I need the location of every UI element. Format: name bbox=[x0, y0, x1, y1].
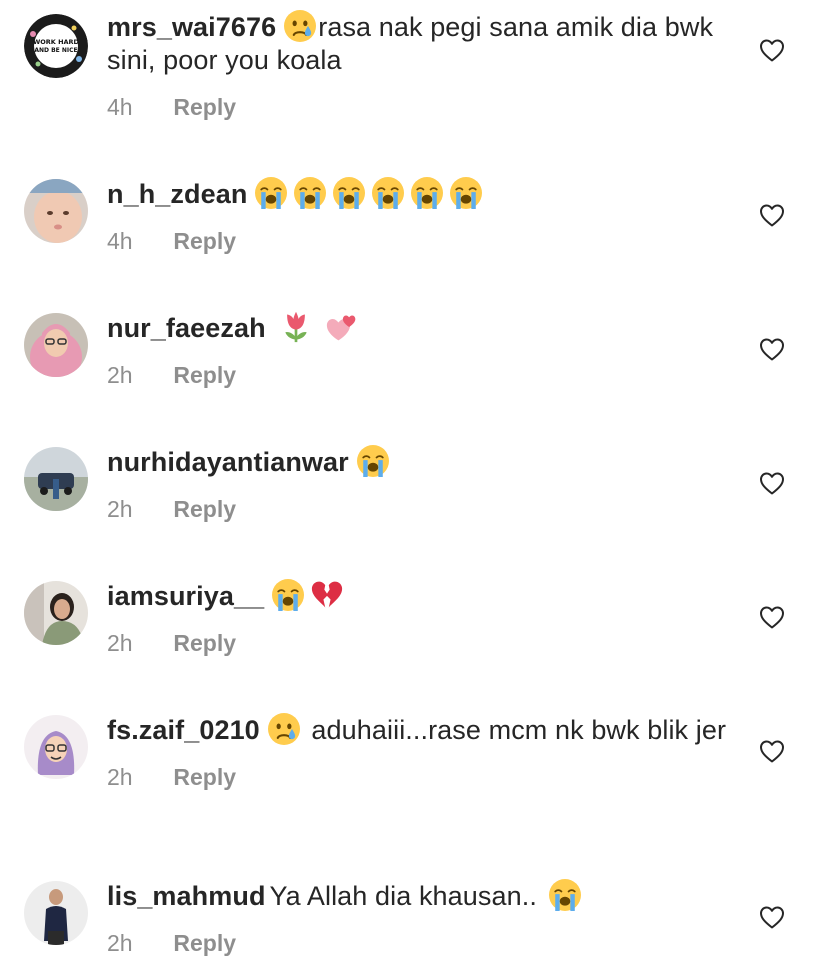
comment-text: lis_mahmud Ya Allah dia khausan.. bbox=[107, 879, 727, 913]
like-button[interactable] bbox=[759, 471, 785, 495]
heart-outline-icon bbox=[760, 472, 784, 495]
like-button[interactable] bbox=[759, 38, 785, 62]
comment-text: iamsuriya__ bbox=[107, 579, 727, 613]
comment-timestamp: 2h bbox=[107, 362, 133, 388]
loudly-crying-face-emoji-icon bbox=[450, 177, 483, 209]
like-button[interactable] bbox=[759, 337, 785, 361]
comment-meta: 2h Reply bbox=[107, 763, 727, 791]
loudly-crying-face-emoji-icon bbox=[294, 177, 327, 209]
comment-meta: 2h Reply bbox=[107, 361, 727, 389]
loudly-crying-face-emoji-icon bbox=[548, 879, 581, 911]
comment-body: iamsuriya__ 2h Reply bbox=[107, 579, 727, 657]
comment-body: n_h_zdean 4h Reply bbox=[107, 177, 727, 255]
reply-button[interactable]: Reply bbox=[173, 94, 236, 120]
comment-meta: 2h Reply bbox=[107, 629, 727, 657]
avatar-slogan: WORK HARD bbox=[33, 38, 79, 46]
comment-text: n_h_zdean bbox=[107, 177, 727, 211]
broken-heart-emoji-icon bbox=[311, 579, 343, 611]
comment-username[interactable]: lis_mahmud bbox=[107, 881, 266, 911]
loudly-crying-face-emoji-icon bbox=[255, 177, 288, 209]
comment-timestamp: 2h bbox=[107, 630, 133, 656]
comment-timestamp: 2h bbox=[107, 496, 133, 522]
avatar[interactable]: WORK HARD AND BE NICE bbox=[24, 14, 88, 78]
reply-button[interactable]: Reply bbox=[173, 930, 236, 956]
loudly-crying-face-emoji-icon bbox=[411, 177, 444, 209]
reply-button[interactable]: Reply bbox=[173, 496, 236, 522]
comment-timestamp: 4h bbox=[107, 94, 133, 120]
avatar[interactable] bbox=[24, 581, 88, 645]
comment-username[interactable]: mrs_wai7676 bbox=[107, 12, 276, 42]
crying-face-emoji-icon bbox=[284, 10, 317, 42]
comment-meta: 4h Reply bbox=[107, 93, 727, 121]
comment-body: fs.zaif_0210 aduhaiii...rase mcm nk bwk … bbox=[107, 713, 727, 791]
like-button[interactable] bbox=[759, 905, 785, 929]
heart-outline-icon bbox=[760, 740, 784, 763]
comment-message: aduhaiii...rase mcm nk bwk blik jer bbox=[303, 715, 727, 745]
two-hearts-emoji-icon bbox=[326, 311, 358, 343]
like-button[interactable] bbox=[759, 203, 785, 227]
comment-timestamp: 2h bbox=[107, 930, 133, 956]
comment-body: nur_faeezah 2h Reply bbox=[107, 311, 727, 389]
avatar[interactable] bbox=[24, 881, 88, 945]
comment-username[interactable]: fs.zaif_0210 bbox=[107, 715, 260, 745]
reply-button[interactable]: Reply bbox=[173, 362, 236, 388]
comment-body: lis_mahmud Ya Allah dia khausan.. 2h Repl… bbox=[107, 879, 727, 957]
comment-message: Ya Allah dia khausan.. bbox=[269, 881, 537, 911]
loudly-crying-face-emoji-icon bbox=[356, 445, 389, 477]
comment-meta: 2h Reply bbox=[107, 495, 727, 523]
comment-meta: 4h Reply bbox=[107, 227, 727, 255]
heart-outline-icon bbox=[760, 338, 784, 361]
avatar[interactable] bbox=[24, 447, 88, 511]
comment-timestamp: 2h bbox=[107, 764, 133, 790]
heart-outline-icon bbox=[760, 204, 784, 227]
crying-face-emoji-icon bbox=[267, 713, 300, 745]
comment-username[interactable]: nur_faeezah bbox=[107, 313, 266, 343]
comment-body: mrs_wai7676 rasa nak pegi sana amik dia b… bbox=[107, 10, 727, 121]
heart-outline-icon bbox=[760, 906, 784, 929]
heart-outline-icon bbox=[760, 606, 784, 629]
avatar[interactable] bbox=[24, 179, 88, 243]
svg-text:AND BE NICE: AND BE NICE bbox=[34, 47, 77, 54]
like-button[interactable] bbox=[759, 605, 785, 629]
comment-body: nurhidayantianwar 2h Reply bbox=[107, 445, 727, 523]
comment-username[interactable]: iamsuriya__ bbox=[107, 581, 264, 611]
comment-text: nur_faeezah bbox=[107, 311, 727, 345]
comment-text: nurhidayantianwar bbox=[107, 445, 727, 479]
avatar[interactable] bbox=[24, 715, 88, 779]
avatar[interactable] bbox=[24, 313, 88, 377]
loudly-crying-face-emoji-icon bbox=[372, 177, 405, 209]
comment-meta: 2h Reply bbox=[107, 929, 727, 957]
tulip-emoji-icon bbox=[280, 311, 312, 343]
comment-text: fs.zaif_0210 aduhaiii...rase mcm nk bwk … bbox=[107, 713, 727, 747]
comment-timestamp: 4h bbox=[107, 228, 133, 254]
comment-username[interactable]: nurhidayantianwar bbox=[107, 447, 349, 477]
like-button[interactable] bbox=[759, 739, 785, 763]
loudly-crying-face-emoji-icon bbox=[272, 579, 305, 611]
heart-outline-icon bbox=[760, 39, 784, 62]
comment-text: mrs_wai7676 rasa nak pegi sana amik dia b… bbox=[107, 10, 727, 77]
reply-button[interactable]: Reply bbox=[173, 630, 236, 656]
reply-button[interactable]: Reply bbox=[173, 228, 236, 254]
comment-username[interactable]: n_h_zdean bbox=[107, 179, 247, 209]
comments-list: WORK HARD AND BE NICE mrs_wai7676 rasa na… bbox=[0, 0, 828, 975]
loudly-crying-face-emoji-icon bbox=[333, 177, 366, 209]
reply-button[interactable]: Reply bbox=[173, 764, 236, 790]
